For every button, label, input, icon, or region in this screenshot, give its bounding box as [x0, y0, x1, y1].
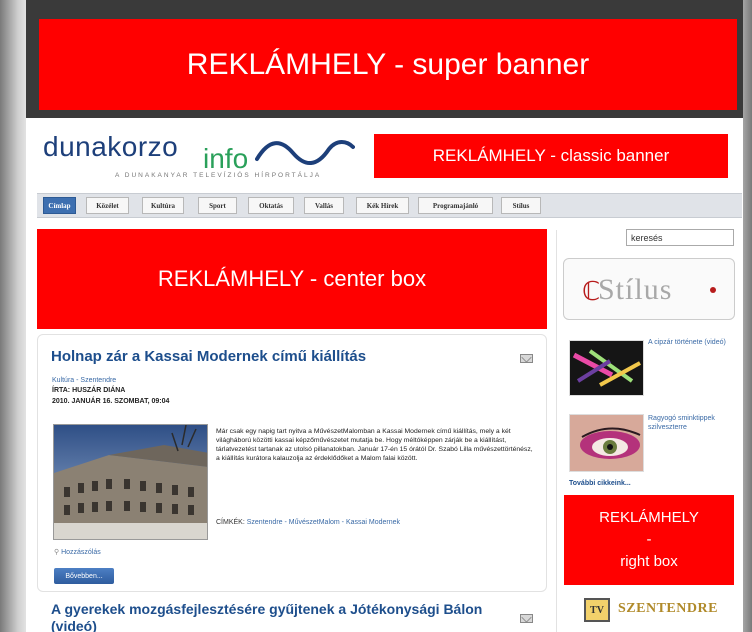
- logo-tagline: A DUNAKANYAR TELEVÍZIÓS HÍRPORTÁLJA: [115, 172, 322, 179]
- nav-item-programajanlo[interactable]: Programajánló: [418, 197, 493, 214]
- right-box-line1: REKLÁMHELY: [599, 509, 699, 526]
- site-logo[interactable]: dunakorzo info A DUNAKANYAR TELEVÍZIÓS H…: [43, 131, 363, 189]
- more-articles-link[interactable]: További cikkeink...: [569, 480, 631, 487]
- right-box-line2: -: [646, 531, 652, 548]
- nav-item-vallas[interactable]: Vallás: [304, 197, 344, 214]
- read-more-button[interactable]: Bővebben...: [54, 568, 114, 584]
- tags-label: CÍMKÉK:: [216, 519, 245, 526]
- article-date: 2010. JANUÁR 16. SZOMBAT, 09:04: [52, 398, 170, 405]
- stilus-logo-text: Stílus: [598, 273, 673, 306]
- center-box-ad[interactable]: REKLÁMHELY - center box: [37, 229, 547, 329]
- comments-link[interactable]: ⚲ Hozzászólás: [54, 548, 101, 556]
- nav-item-kultura[interactable]: Kultúra: [142, 197, 184, 214]
- logo-main-text: dunakorzo: [43, 131, 179, 162]
- sidebar-divider: [556, 230, 557, 632]
- super-banner-ad[interactable]: REKLÁMHELY - super banner: [39, 19, 737, 110]
- sidebar-thumb-makeup[interactable]: [569, 414, 644, 472]
- building-image: [54, 425, 207, 539]
- sidebar-link-zipper[interactable]: A cipzár története (videó): [648, 338, 733, 347]
- main-nav: Címlap Közélet Kultúra Sport Oktatás Val…: [37, 193, 742, 218]
- dot-icon: [710, 287, 716, 293]
- nav-item-oktatas[interactable]: Oktatás: [248, 197, 294, 214]
- comment-icon: ⚲: [54, 549, 60, 556]
- tv-icon: TV: [584, 598, 610, 622]
- article2-title[interactable]: A gyerekek mozgásfejlesztésére gyűjtenek…: [51, 601, 521, 632]
- nav-item-stilus[interactable]: Stílus: [501, 197, 541, 214]
- logo-info-text: info: [203, 143, 249, 174]
- search-input[interactable]: [626, 229, 734, 246]
- nav-item-kek-hirek[interactable]: Kék Hírek: [356, 197, 409, 214]
- zipper-image: [570, 341, 643, 395]
- right-box-ad[interactable]: REKLÁMHELY - right box: [564, 495, 734, 585]
- makeup-image: [570, 415, 643, 471]
- stilus-logo-box[interactable]: ℂ Stílus: [563, 258, 735, 320]
- nav-item-kozelet[interactable]: Közélet: [86, 197, 129, 214]
- tv-szentendre-text: SZENTENDRE: [618, 601, 718, 616]
- sidebar-link-makeup[interactable]: Ragyogó sminktippek szilveszterre: [648, 414, 738, 432]
- article-tags: CÍMKÉK: Szentendre - MűvészetMalom - Kas…: [216, 519, 400, 526]
- nav-item-sport[interactable]: Sport: [198, 197, 237, 214]
- article-title[interactable]: Holnap zár a Kassai Modernek című kiállí…: [51, 348, 366, 365]
- classic-banner-ad[interactable]: REKLÁMHELY - classic banner: [374, 134, 728, 178]
- tv-szentendre-logo[interactable]: TV SZENTENDRE: [580, 592, 717, 632]
- right-box-line3: right box: [620, 553, 678, 570]
- comments-label: Hozzászólás: [61, 549, 101, 556]
- article-author: ÍRTA: HUSZÁR DIÁNA: [52, 387, 126, 394]
- article-body: Már csak egy napig tart nyitva a Művésze…: [216, 428, 533, 462]
- email-icon-2[interactable]: [520, 614, 533, 623]
- article-photo[interactable]: [53, 424, 208, 540]
- nav-item-cimlap[interactable]: Címlap: [43, 197, 76, 214]
- article-category[interactable]: Kultúra - Szentendre: [52, 377, 116, 384]
- wave-icon: [255, 140, 355, 165]
- sidebar-thumb-zipper[interactable]: [569, 340, 644, 396]
- tags-links[interactable]: Szentendre - MűvészetMalom - Kassai Mode…: [247, 519, 400, 526]
- email-icon[interactable]: [520, 354, 533, 363]
